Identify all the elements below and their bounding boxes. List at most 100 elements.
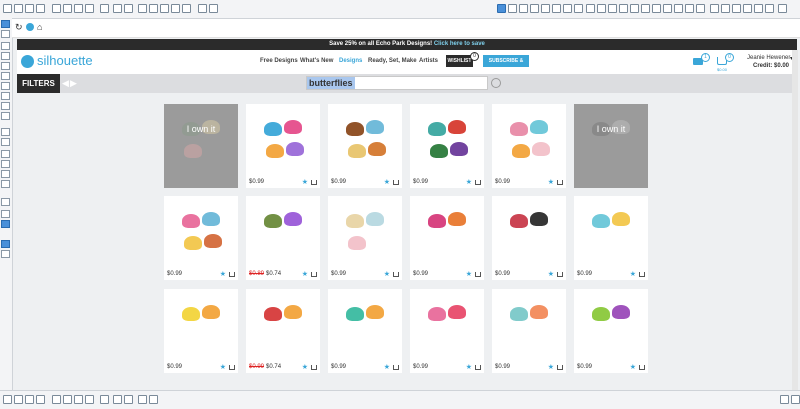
panel-toggle-icon[interactable] — [778, 4, 787, 13]
offset-bottom-icon[interactable] — [113, 395, 122, 404]
design-tile[interactable]: $0.99 ★ — [410, 289, 484, 373]
design-tile[interactable]: $0.99 ★ — [492, 104, 566, 188]
add-to-cart-icon[interactable] — [311, 180, 317, 185]
ungroup-icon[interactable] — [14, 395, 23, 404]
design-tile[interactable]: $0.99 ★ — [492, 289, 566, 373]
zoom-in-icon[interactable] — [149, 4, 158, 13]
release-icon[interactable] — [36, 395, 45, 404]
promo-banner[interactable]: Save 25% on all Echo Park Designs! Click… — [17, 39, 797, 50]
line-bottom-icon[interactable] — [138, 395, 147, 404]
add-to-cart-icon[interactable] — [639, 365, 645, 370]
wishlist-star-icon[interactable]: ★ — [548, 270, 554, 278]
trace-bottom-icon[interactable] — [124, 395, 133, 404]
settings-gear-icon[interactable] — [780, 395, 789, 404]
pan-icon[interactable] — [138, 4, 147, 13]
save-icon[interactable] — [36, 4, 45, 13]
wishlist-star-icon[interactable]: ★ — [466, 178, 472, 186]
delete-icon[interactable] — [100, 4, 109, 13]
design-tile[interactable]: $0.89 $0.74 ★ — [246, 196, 320, 280]
redo-icon[interactable] — [124, 4, 133, 13]
design-tile[interactable]: $0.99 ★ — [410, 104, 484, 188]
wishlist-star-icon[interactable]: ★ — [630, 270, 636, 278]
modify-icon[interactable] — [608, 4, 617, 13]
send-back-icon[interactable] — [63, 395, 72, 404]
search-icon[interactable] — [491, 78, 501, 88]
add-to-cart-icon[interactable] — [639, 272, 645, 277]
wishlist-star-icon[interactable]: ★ — [302, 363, 308, 371]
rectangle-tool-icon[interactable] — [1, 62, 10, 70]
filters-next-icon[interactable]: ▶ — [70, 78, 77, 89]
design-tile[interactable]: $0.99 ★ — [246, 104, 320, 188]
zoom-out-icon[interactable] — [160, 4, 169, 13]
nav-designs[interactable]: Designs — [339, 58, 362, 64]
wishlist-star-icon[interactable]: ★ — [384, 363, 390, 371]
zoom-fit-icon[interactable] — [171, 4, 180, 13]
undo-icon[interactable] — [113, 4, 122, 13]
sketch-icon[interactable] — [641, 4, 650, 13]
color-icon[interactable] — [754, 4, 763, 13]
design-tile[interactable]: I own it — [574, 104, 648, 188]
wishlist-star-icon[interactable]: ★ — [548, 178, 554, 186]
send-icon[interactable] — [519, 4, 528, 13]
group-icon[interactable] — [3, 395, 12, 404]
curve-tool-icon[interactable] — [1, 52, 10, 60]
user-name[interactable]: Jeanie Hewener — [747, 55, 790, 61]
add-to-cart-icon[interactable] — [229, 365, 235, 370]
design-tile[interactable]: $0.99 ★ — [492, 196, 566, 280]
design-tile[interactable]: $0.99 ★ — [164, 289, 238, 373]
freehand-tool-icon[interactable] — [1, 102, 10, 110]
add-to-cart-icon[interactable] — [393, 365, 399, 370]
new-icon[interactable] — [3, 4, 12, 13]
refresh-icon[interactable]: ↻ — [15, 22, 23, 33]
knife-tool-icon[interactable] — [1, 170, 10, 178]
point-edit-icon[interactable] — [1, 30, 10, 38]
design-area-icon[interactable] — [1, 198, 10, 206]
compound-icon[interactable] — [25, 395, 34, 404]
print-icon[interactable] — [52, 4, 61, 13]
trace-icon[interactable] — [630, 4, 639, 13]
wishlist-star-icon[interactable]: ★ — [220, 270, 226, 278]
brand-name[interactable]: silhouette — [37, 53, 93, 68]
fill-icon[interactable] — [530, 4, 539, 13]
backward-icon[interactable] — [85, 395, 94, 404]
layers-icon[interactable] — [721, 4, 730, 13]
panel-a-icon[interactable] — [1, 240, 10, 248]
polygon-tool-icon[interactable] — [1, 82, 10, 90]
design-tile[interactable]: $0.99 ★ — [164, 196, 238, 280]
eraser-tool-icon[interactable] — [1, 160, 10, 168]
design-tile[interactable]: $0.99 ★ — [328, 104, 402, 188]
text-panel-icon[interactable] — [732, 4, 741, 13]
text-style-icon[interactable] — [652, 4, 661, 13]
design-tile[interactable]: $0.99 ★ — [574, 196, 648, 280]
weld-icon[interactable] — [100, 395, 109, 404]
offset-icon[interactable] — [619, 4, 628, 13]
zoom-select-icon[interactable] — [182, 4, 191, 13]
forward-icon[interactable] — [74, 395, 83, 404]
subscribe-button[interactable]: SUBSCRIBE & SAVE — [483, 55, 529, 76]
add-to-cart-icon[interactable] — [393, 180, 399, 185]
fill-pattern-icon[interactable] — [563, 4, 572, 13]
cut-icon[interactable] — [63, 4, 72, 13]
copy-icon[interactable] — [74, 4, 83, 13]
wishlist-star-icon[interactable]: ★ — [384, 178, 390, 186]
wishlist-star-icon[interactable]: ★ — [548, 363, 554, 371]
wishlist-star-icon[interactable]: ★ — [302, 178, 308, 186]
silhouette-logo-icon[interactable] — [21, 55, 34, 68]
library-icon[interactable] — [25, 4, 34, 13]
panel-b-icon[interactable] — [1, 250, 10, 258]
store-logo-icon[interactable] — [26, 23, 34, 31]
filters-prev-icon[interactable]: ◀ — [62, 78, 69, 89]
design-tile[interactable]: $0.99 ★ — [328, 289, 402, 373]
add-to-cart-icon[interactable] — [557, 365, 563, 370]
add-to-cart-icon[interactable] — [557, 272, 563, 277]
select-tool-icon[interactable] — [1, 20, 10, 28]
nav-whats-new[interactable]: What's New — [300, 58, 333, 64]
home-icon[interactable]: ⌂ — [37, 22, 42, 32]
wishlist-button[interactable]: WISHLIST — [446, 55, 473, 67]
shape-tool-icon[interactable] — [1, 138, 10, 146]
add-to-cart-icon[interactable] — [475, 272, 481, 277]
page-scrollbar[interactable] — [792, 50, 798, 390]
design-icon[interactable] — [497, 4, 506, 13]
store-icon[interactable] — [508, 4, 517, 13]
design-tile[interactable]: $0.99 $0.74 ★ — [246, 289, 320, 373]
